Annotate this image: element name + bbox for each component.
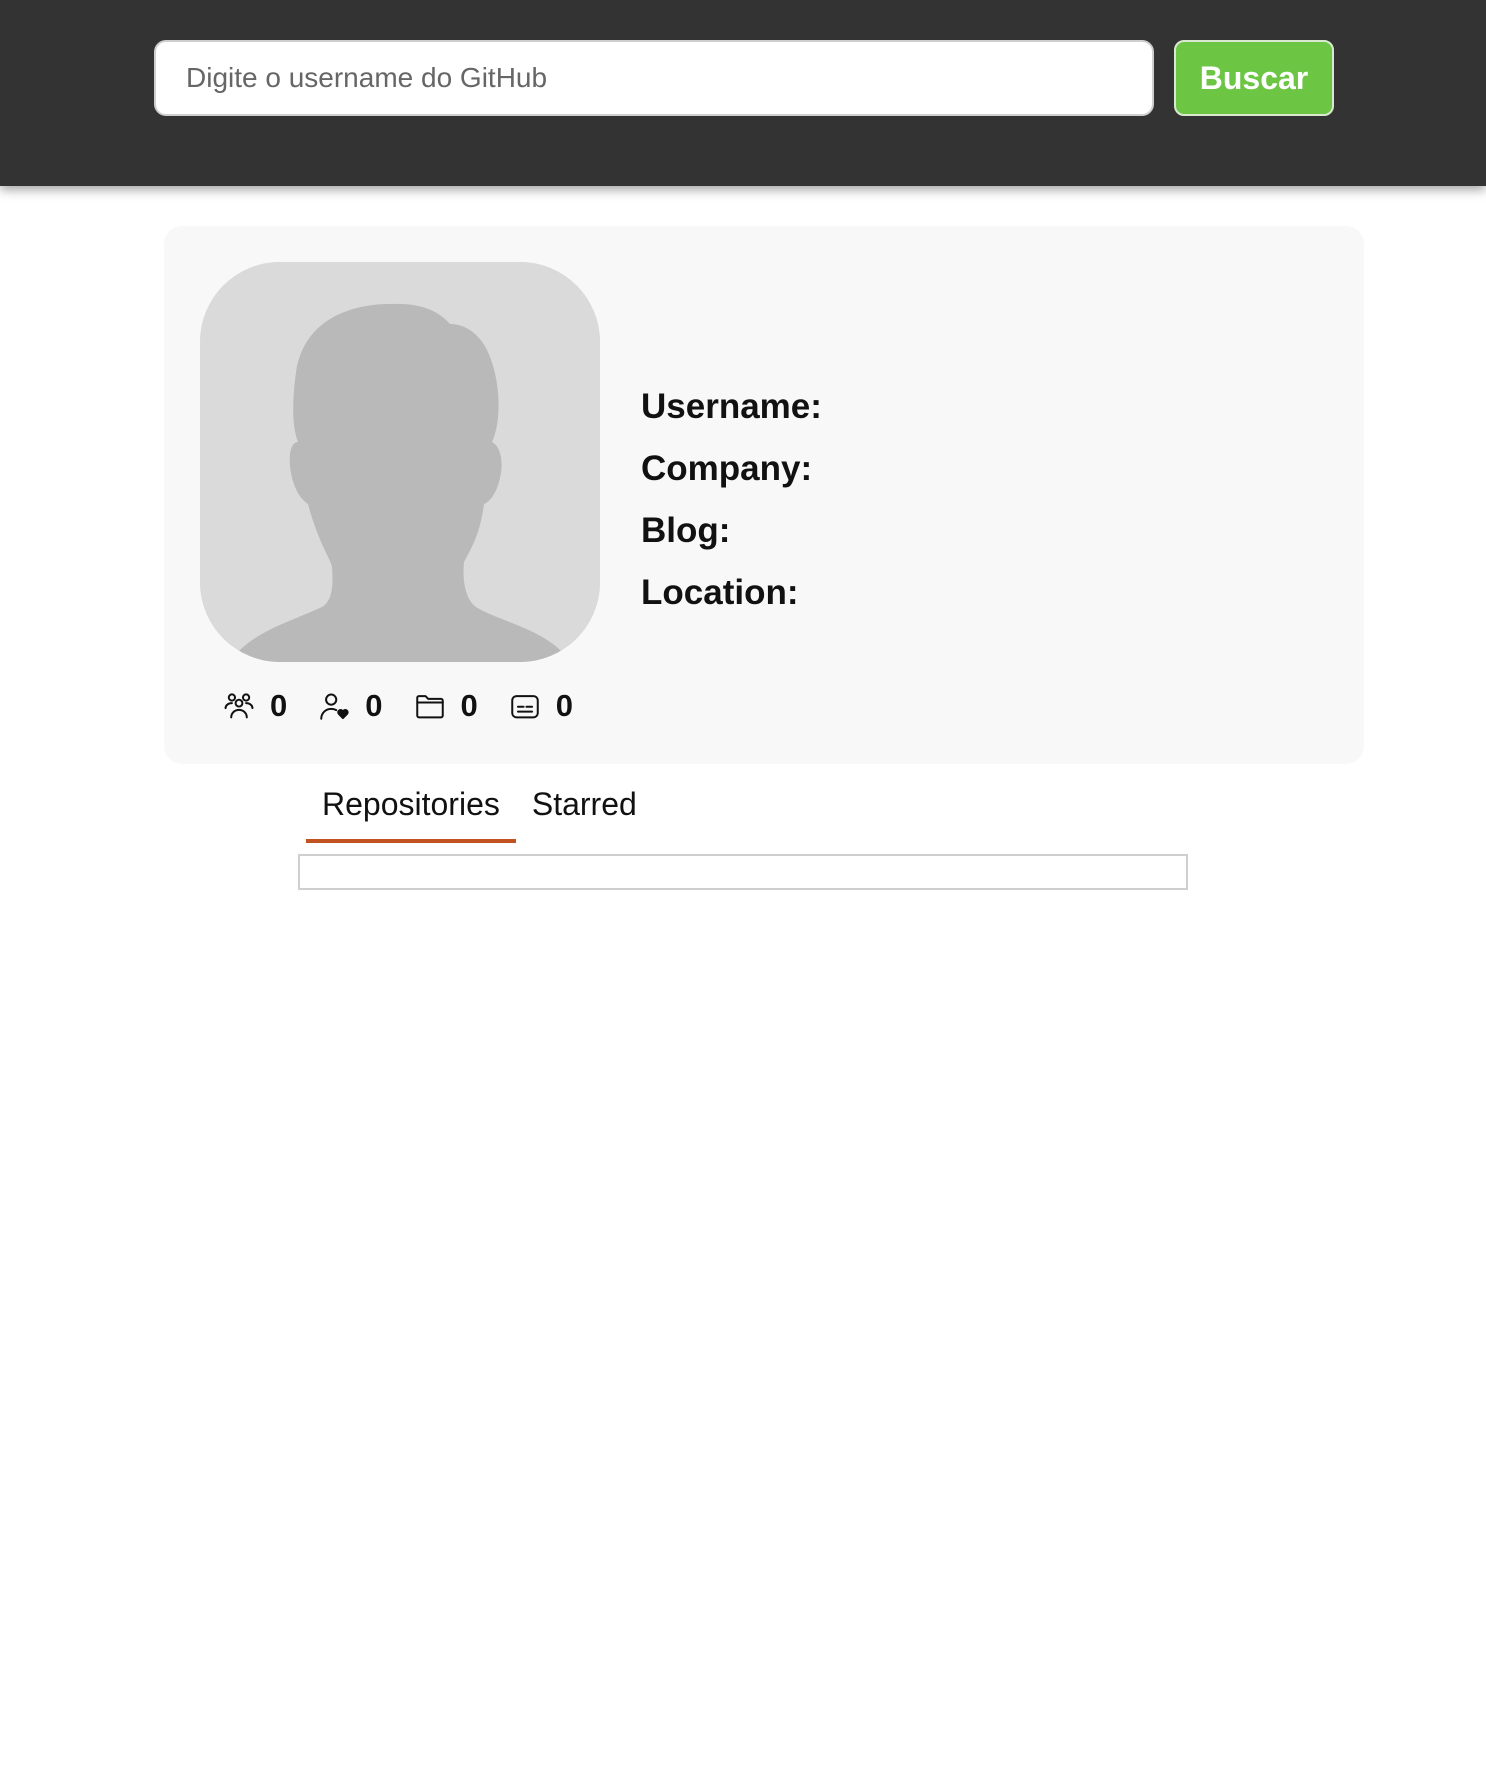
following-count: 0 [365, 688, 383, 723]
company-field: Company: [641, 438, 822, 500]
followers-icon [222, 689, 256, 723]
blog-field: Blog: [641, 500, 822, 562]
followers-count: 0 [270, 688, 288, 723]
blog-label: Blog: [641, 511, 731, 550]
repos-stat: 0 [413, 688, 478, 724]
tab-repositories[interactable]: Repositories [306, 770, 516, 843]
tab-bar: Repositories Starred [306, 770, 653, 843]
avatar [200, 262, 600, 662]
following-icon [317, 689, 351, 723]
folder-icon [413, 689, 447, 723]
gists-icon [508, 689, 542, 723]
company-label: Company: [641, 449, 813, 488]
repository-list [298, 854, 1188, 890]
location-field: Location: [641, 562, 822, 624]
following-stat: 0 [317, 688, 383, 724]
avatar-silhouette-icon [200, 262, 600, 662]
gists-count: 0 [555, 688, 573, 723]
username-label: Username: [641, 387, 822, 426]
top-bar: Buscar [0, 0, 1486, 186]
tab-starred[interactable]: Starred [516, 770, 653, 843]
profile-card: Username: Company: Blog: Location: 0 0 0… [164, 226, 1364, 764]
search-input[interactable] [154, 40, 1154, 116]
search-button[interactable]: Buscar [1174, 40, 1334, 116]
followers-stat: 0 [222, 688, 287, 724]
location-label: Location: [641, 573, 799, 612]
stats-bar: 0 0 0 0 [222, 688, 603, 724]
profile-info: Username: Company: Blog: Location: [641, 376, 822, 624]
repos-count: 0 [460, 688, 478, 723]
gists-stat: 0 [508, 688, 573, 724]
username-field: Username: [641, 376, 822, 438]
